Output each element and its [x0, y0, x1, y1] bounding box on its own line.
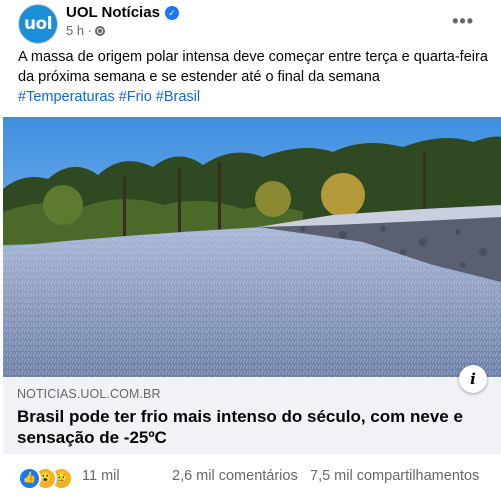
info-button[interactable]: i: [459, 365, 487, 393]
hashtag-frio[interactable]: #Frio: [119, 89, 152, 105]
hashtag-temperaturas[interactable]: #Temperaturas: [18, 89, 115, 105]
link-preview-image[interactable]: [3, 117, 501, 377]
post-header: uol UOL Notícias ✓ 5 h · •••: [18, 4, 488, 44]
post-text: A massa de origem polar intensa deve com…: [18, 47, 488, 107]
page-avatar[interactable]: uol: [18, 4, 58, 44]
hashtag-brasil[interactable]: #Brasil: [156, 89, 200, 105]
comments-count[interactable]: 2,6 mil comentários: [172, 468, 298, 484]
more-options-button[interactable]: •••: [452, 12, 474, 30]
post-timestamp[interactable]: 5 h: [66, 23, 84, 38]
reactions-count[interactable]: 11 mil: [82, 468, 120, 484]
link-domain: NOTICIAS.UOL.COM.BR: [17, 387, 161, 401]
post-body: A massa de origem polar intensa deve com…: [18, 49, 488, 85]
post-meta: 5 h ·: [66, 23, 106, 39]
hashtag-list: #Temperaturas #Frio #Brasil: [18, 89, 204, 105]
like-icon: 👍: [18, 467, 41, 490]
globe-icon: [95, 26, 106, 36]
link-preview-card[interactable]: i NOTICIAS.UOL.COM.BR Brasil pode ter fr…: [3, 365, 501, 454]
page-name-link[interactable]: UOL Notícias: [66, 4, 160, 22]
avatar-logo-text: uol: [23, 14, 53, 34]
verified-badge-icon: ✓: [165, 6, 179, 20]
shares-count[interactable]: 7,5 mil compartilhamentos: [310, 468, 479, 484]
post-stats: 👍 😮 😥 11 mil 2,6 mil comentários 7,5 mil…: [18, 466, 488, 490]
frost-field-photo: [3, 117, 501, 377]
link-headline[interactable]: Brasil pode ter frio mais intenso do séc…: [17, 406, 477, 448]
feed-post: uol UOL Notícias ✓ 5 h · ••• A massa de …: [0, 0, 501, 499]
